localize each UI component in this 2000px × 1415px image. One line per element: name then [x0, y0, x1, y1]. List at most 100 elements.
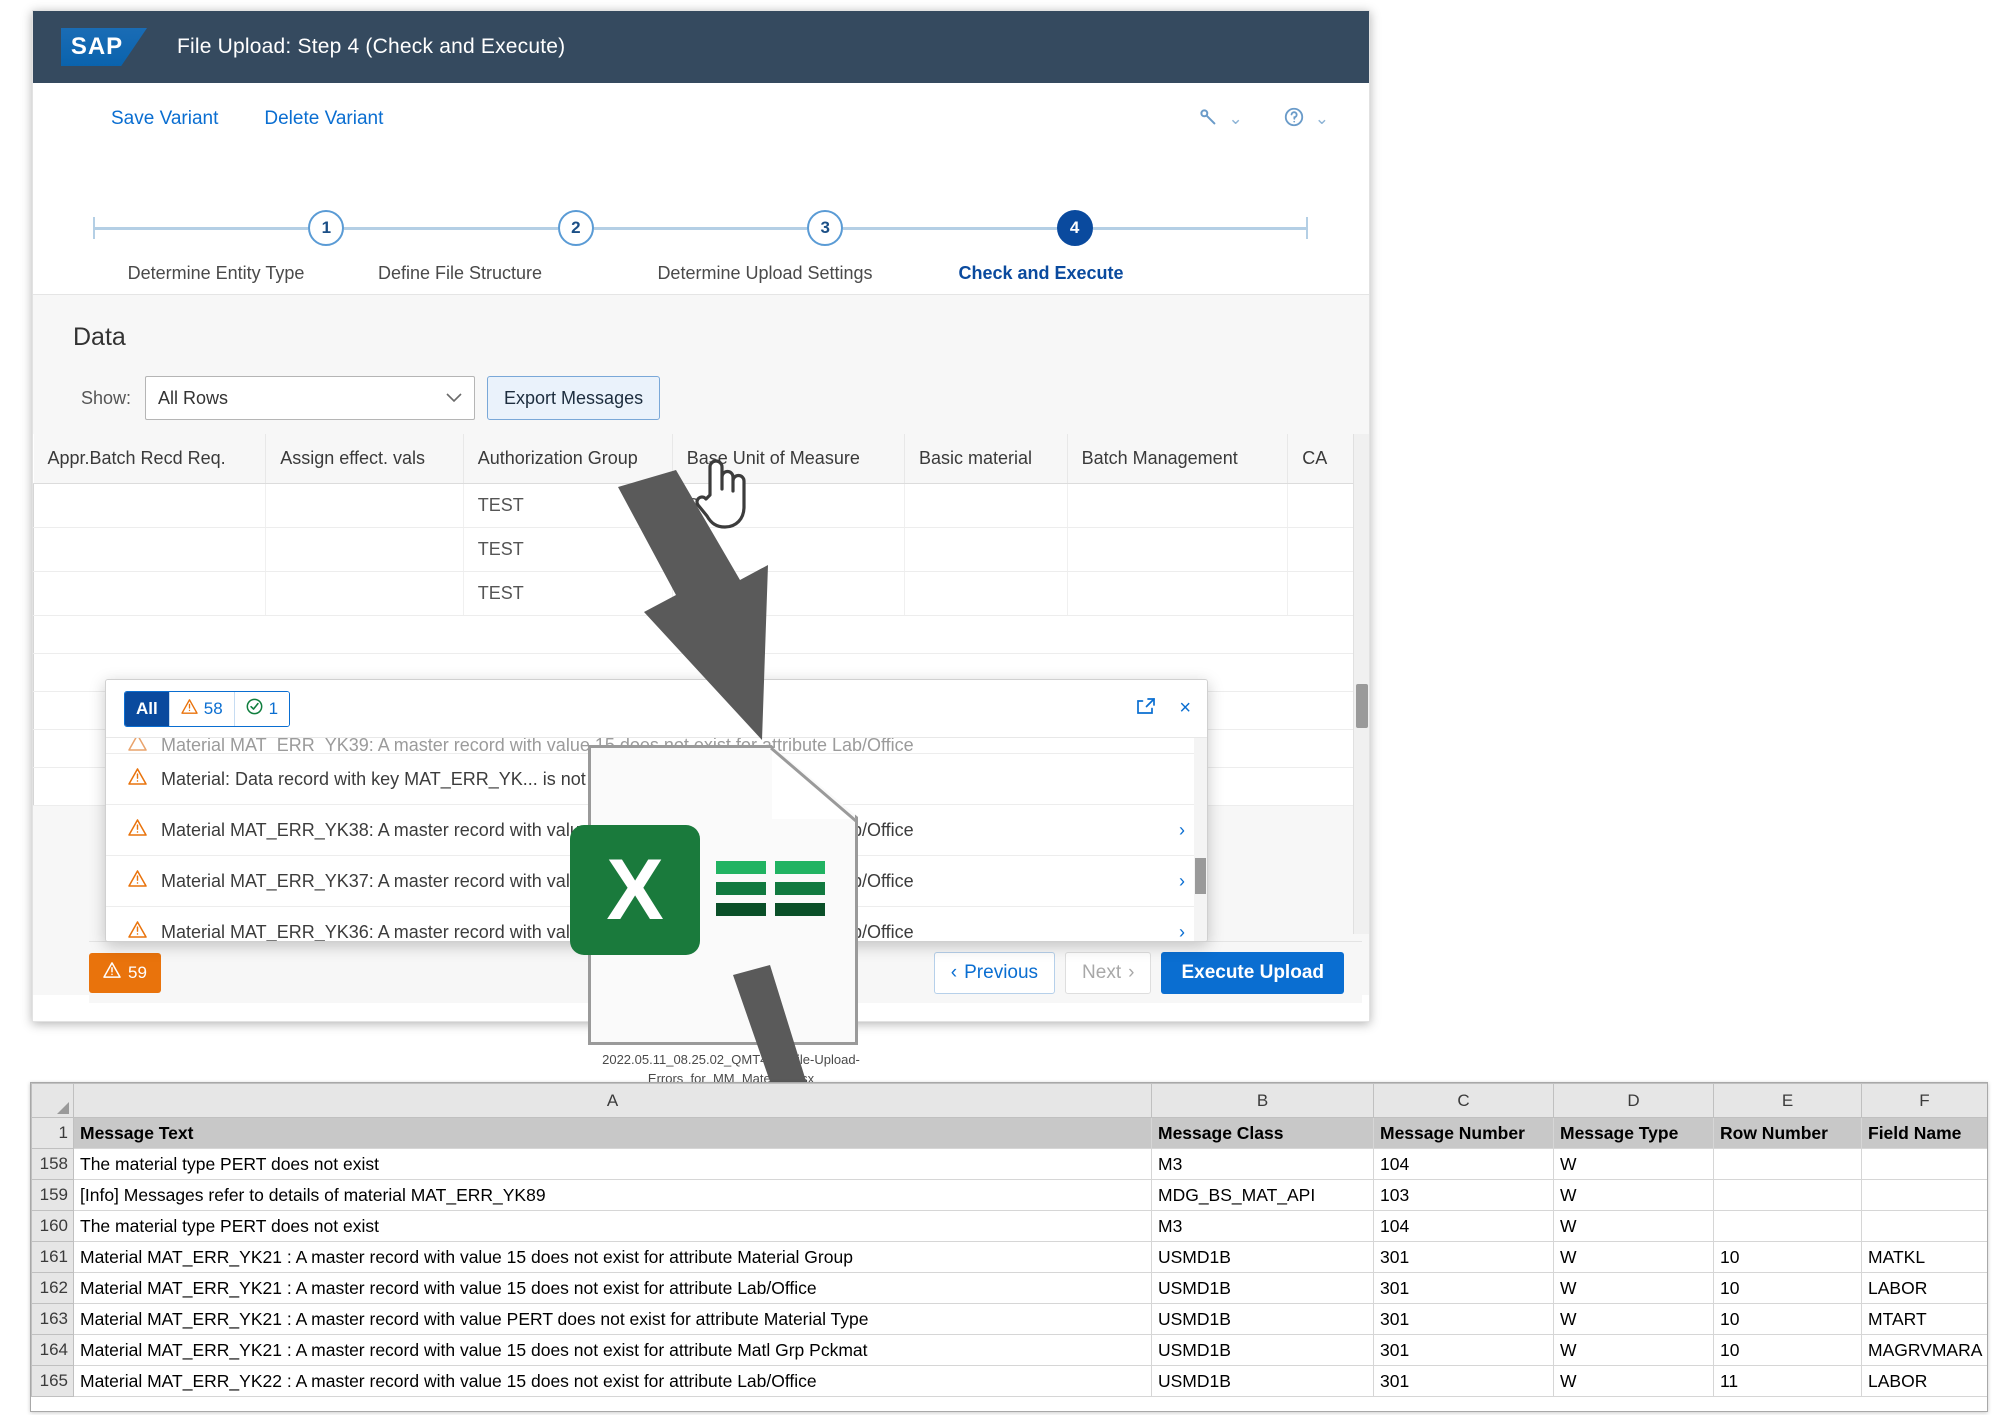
cell-row-number[interactable]: 11	[1713, 1365, 1862, 1397]
cell-message-number[interactable]: 301	[1373, 1303, 1554, 1335]
cell-row-number[interactable]: 10	[1713, 1303, 1862, 1335]
cell-field-name[interactable]: LABOR	[1861, 1272, 1987, 1304]
cell-row-number[interactable]	[1713, 1148, 1862, 1180]
open-in-new-icon[interactable]	[1137, 696, 1157, 722]
scrollbar-thumb[interactable]	[1195, 858, 1206, 894]
cell-message-type[interactable]: W	[1553, 1148, 1714, 1180]
sheet-row[interactable]: 163 Material MAT_ERR_YK21 : A master rec…	[31, 1303, 1987, 1335]
cell-message-class[interactable]: M3	[1151, 1148, 1374, 1180]
cell-field-name[interactable]: LABOR	[1861, 1365, 1987, 1397]
column-letter-f[interactable]: F	[1861, 1083, 1987, 1118]
cell-field-name[interactable]: MATKL	[1861, 1241, 1987, 1273]
cell-message-type[interactable]: W	[1553, 1179, 1714, 1211]
wizard-step-3[interactable]: 3	[807, 210, 844, 246]
row-number[interactable]: 159	[31, 1179, 74, 1211]
cell-message-number[interactable]: 301	[1373, 1241, 1554, 1273]
delete-variant-button[interactable]: Delete Variant	[264, 108, 383, 130]
cell-field-name[interactable]: MTART	[1861, 1303, 1987, 1335]
wizard-step-1[interactable]: 1	[308, 210, 345, 246]
row-number[interactable]: 1	[31, 1117, 74, 1149]
cell-field-name[interactable]	[1861, 1148, 1987, 1180]
column-header-auth-group[interactable]: Authorization Group	[463, 434, 673, 484]
row-number[interactable]: 160	[31, 1210, 74, 1242]
settings-menu-button[interactable]: ⌄	[1197, 106, 1243, 132]
previous-button[interactable]: ‹ Previous	[933, 951, 1056, 994]
wizard-label-2[interactable]: Define File Structure	[378, 263, 542, 284]
wizard-step-4[interactable]: 4	[1056, 210, 1093, 246]
help-menu-button[interactable]: ⌄	[1283, 106, 1329, 132]
cell-row-number[interactable]	[1713, 1210, 1862, 1242]
row-number[interactable]: 163	[31, 1303, 74, 1335]
execute-upload-button[interactable]: Execute Upload	[1161, 951, 1344, 994]
column-header-ca[interactable]: CA	[1287, 434, 1358, 484]
cell-message-class[interactable]: USMD1B	[1151, 1303, 1374, 1335]
scrollbar-thumb[interactable]	[1356, 684, 1368, 728]
save-variant-button[interactable]: Save Variant	[111, 108, 218, 130]
cell-row-number[interactable]	[1713, 1179, 1862, 1211]
sheet-row[interactable]: 161 Material MAT_ERR_YK21 : A master rec…	[31, 1241, 1987, 1273]
chevron-right-icon[interactable]: ›	[1179, 871, 1185, 892]
export-messages-button[interactable]: Export Messages	[487, 376, 661, 420]
cell-message-type[interactable]: W	[1553, 1303, 1714, 1335]
filter-success-tab[interactable]: 1	[234, 691, 290, 726]
cell-message-text[interactable]: [Info] Messages refer to details of mate…	[73, 1179, 1152, 1211]
cell-message-number[interactable]: 104	[1373, 1148, 1554, 1180]
cell-field-name[interactable]: MAGRVMARA	[1861, 1334, 1987, 1366]
exported-file-icon[interactable]: X 2022.05.11_08.25.02_QMT407_File-Upload…	[570, 745, 890, 1086]
close-icon[interactable]: ×	[1179, 697, 1191, 720]
chevron-right-icon[interactable]: ›	[1179, 922, 1185, 942]
column-header-basic-material[interactable]: Basic material	[904, 434, 1068, 484]
cell-message-class[interactable]: USMD1B	[1151, 1272, 1374, 1304]
cell-message-text[interactable]: The material type PERT does not exist	[73, 1210, 1152, 1242]
column-letter-b[interactable]: B	[1151, 1083, 1374, 1118]
sheet-row[interactable]: 159 [Info] Messages refer to details of …	[31, 1179, 1987, 1211]
cell-message-class[interactable]: M3	[1151, 1210, 1374, 1242]
column-letter-e[interactable]: E	[1713, 1083, 1862, 1118]
row-number[interactable]: 158	[31, 1148, 74, 1180]
row-number[interactable]: 162	[31, 1272, 74, 1304]
filter-warnings-tab[interactable]: 58	[169, 691, 235, 726]
cell-message-number[interactable]: 301	[1373, 1365, 1554, 1397]
row-number[interactable]: 161	[31, 1241, 74, 1273]
row-number[interactable]: 165	[31, 1365, 74, 1397]
column-letter-d[interactable]: D	[1553, 1083, 1714, 1118]
cell-message-class[interactable]: MDG_BS_MAT_API	[1151, 1179, 1374, 1211]
column-letter-c[interactable]: C	[1373, 1083, 1554, 1118]
cell-message-number[interactable]: 104	[1373, 1210, 1554, 1242]
wizard-label-3[interactable]: Determine Upload Settings	[657, 263, 872, 284]
cell-message-text[interactable]: Material MAT_ERR_YK21 : A master record …	[73, 1334, 1152, 1366]
sheet-row[interactable]: 158 The material type PERT does not exis…	[31, 1148, 1987, 1180]
column-header-assign-eff[interactable]: Assign effect. vals	[265, 434, 464, 484]
cell-row-number[interactable]: 10	[1713, 1334, 1862, 1366]
cell-message-text[interactable]: Material MAT_ERR_YK21 : A master record …	[73, 1241, 1152, 1273]
select-all-corner[interactable]	[31, 1083, 74, 1118]
data-grid-scrollbar[interactable]	[1353, 434, 1369, 934]
cell-message-type[interactable]: W	[1553, 1241, 1714, 1273]
message-list-scrollbar[interactable]	[1194, 738, 1207, 941]
wizard-step-2[interactable]: 2	[557, 210, 594, 246]
table-row[interactable]: TEST PC	[32, 527, 1358, 572]
cell-message-text[interactable]: Material MAT_ERR_YK21 : A master record …	[73, 1272, 1152, 1304]
cell-row-number[interactable]: 10	[1713, 1241, 1862, 1273]
cell-message-number[interactable]: 301	[1373, 1272, 1554, 1304]
cell-message-text[interactable]: Material MAT_ERR_YK22 : A master record …	[73, 1365, 1152, 1397]
cell-field-name[interactable]	[1861, 1210, 1987, 1242]
sheet-row[interactable]: 164 Material MAT_ERR_YK21 : A master rec…	[31, 1334, 1987, 1366]
sheet-row[interactable]: 160 The material type PERT does not exis…	[31, 1210, 1987, 1242]
table-row[interactable]	[33, 615, 1358, 654]
cell-message-number[interactable]: 103	[1373, 1179, 1554, 1211]
cell-message-number[interactable]: 301	[1373, 1334, 1554, 1366]
wizard-label-4[interactable]: Check and Execute	[958, 263, 1123, 284]
next-button[interactable]: Next ›	[1065, 951, 1152, 994]
cell-field-name[interactable]	[1861, 1179, 1987, 1211]
cell-message-class[interactable]: USMD1B	[1151, 1365, 1374, 1397]
cell-message-class[interactable]: USMD1B	[1151, 1334, 1374, 1366]
row-number[interactable]: 164	[31, 1334, 74, 1366]
show-rows-select[interactable]: All Rows	[145, 376, 476, 420]
cell-message-type[interactable]: W	[1553, 1210, 1714, 1242]
cell-message-type[interactable]: W	[1553, 1272, 1714, 1304]
chevron-right-icon[interactable]: ›	[1179, 820, 1185, 841]
cell-message-text[interactable]: Material MAT_ERR_YK21 : A master record …	[73, 1303, 1152, 1335]
filter-all-tab[interactable]: All	[125, 691, 170, 726]
table-row[interactable]: TEST PC	[32, 571, 1358, 616]
